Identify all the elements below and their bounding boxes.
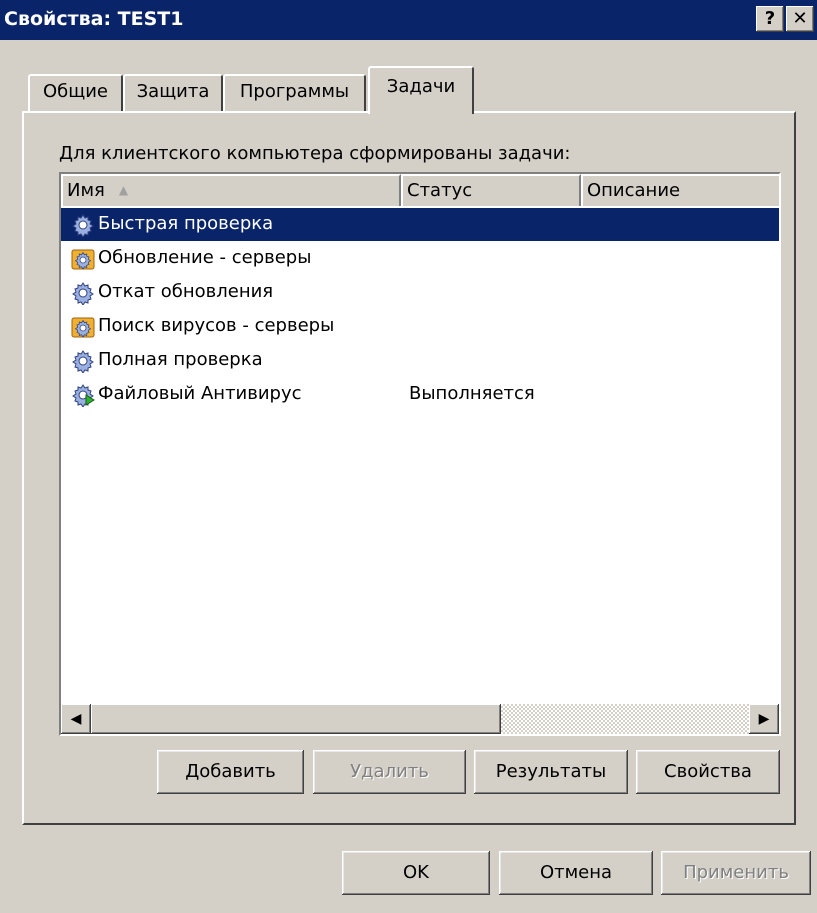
column-header-status[interactable]: Статус <box>401 174 581 206</box>
group-gear-icon <box>71 247 95 271</box>
column-description-label: Описание <box>587 180 681 201</box>
tab-protection[interactable]: Защита <box>123 74 223 112</box>
ok-button[interactable]: OK <box>342 851 490 895</box>
horizontal-scrollbar[interactable]: ◀ ▶ <box>61 704 779 734</box>
tab-tasks[interactable]: Задачи <box>368 66 474 114</box>
task-status: Выполняется <box>409 383 535 404</box>
column-header-name[interactable]: Имя ▲ <box>61 174 401 206</box>
task-name: Файловый Антивирус <box>98 383 302 404</box>
task-properties-button[interactable]: Свойства <box>636 750 780 794</box>
tab-general[interactable]: Общие <box>28 74 123 112</box>
scroll-thumb[interactable] <box>91 704 501 734</box>
gear-icon <box>71 281 95 306</box>
apply-button[interactable]: Применить <box>661 851 811 895</box>
delete-task-button[interactable]: Удалить <box>313 750 466 794</box>
window-title: Свойства: TEST1 <box>4 8 184 30</box>
tab-programs[interactable]: Программы <box>223 74 366 112</box>
task-name: Поиск вирусов - серверы <box>98 315 335 336</box>
scroll-right-arrow-icon[interactable]: ▶ <box>749 704 779 734</box>
title-bar[interactable]: Свойства: TEST1 ? ✕ <box>0 0 817 40</box>
gear-icon <box>71 213 95 238</box>
tasks-list[interactable]: Имя ▲ Статус Описание Быстрая проверка Обн… <box>59 172 781 736</box>
column-header-description[interactable]: Описание <box>581 174 779 206</box>
gear-icon <box>71 349 95 374</box>
task-row[interactable]: Полная проверка <box>61 344 779 377</box>
task-row[interactable]: Откат обновления <box>61 276 779 309</box>
task-name: Откат обновления <box>98 281 274 302</box>
task-name: Быстрая проверка <box>98 213 274 234</box>
sort-ascending-icon: ▲ <box>118 183 129 197</box>
task-row[interactable]: Поиск вирусов - серверы <box>61 310 779 343</box>
scroll-left-arrow-icon[interactable]: ◀ <box>61 704 91 734</box>
add-task-button[interactable]: Добавить <box>157 750 304 794</box>
task-name: Полная проверка <box>98 349 263 370</box>
running-gear-icon <box>71 383 95 408</box>
column-status-label: Статус <box>407 180 473 201</box>
task-name: Обновление - серверы <box>98 247 312 268</box>
cancel-button[interactable]: Отмена <box>499 851 653 895</box>
column-name-label: Имя <box>67 180 105 201</box>
results-button[interactable]: Результаты <box>474 750 628 794</box>
task-row[interactable]: Обновление - серверы <box>61 242 779 275</box>
tasks-prompt: Для клиентского компьютера сформированы … <box>59 143 571 164</box>
close-button[interactable]: ✕ <box>786 6 814 32</box>
list-header: Имя ▲ Статус Описание <box>61 174 779 206</box>
task-row[interactable]: Быстрая проверка <box>61 208 779 241</box>
task-row[interactable]: Файловый Антивирус Выполняется <box>61 378 779 411</box>
help-button[interactable]: ? <box>756 6 784 32</box>
group-gear-icon <box>71 315 95 339</box>
